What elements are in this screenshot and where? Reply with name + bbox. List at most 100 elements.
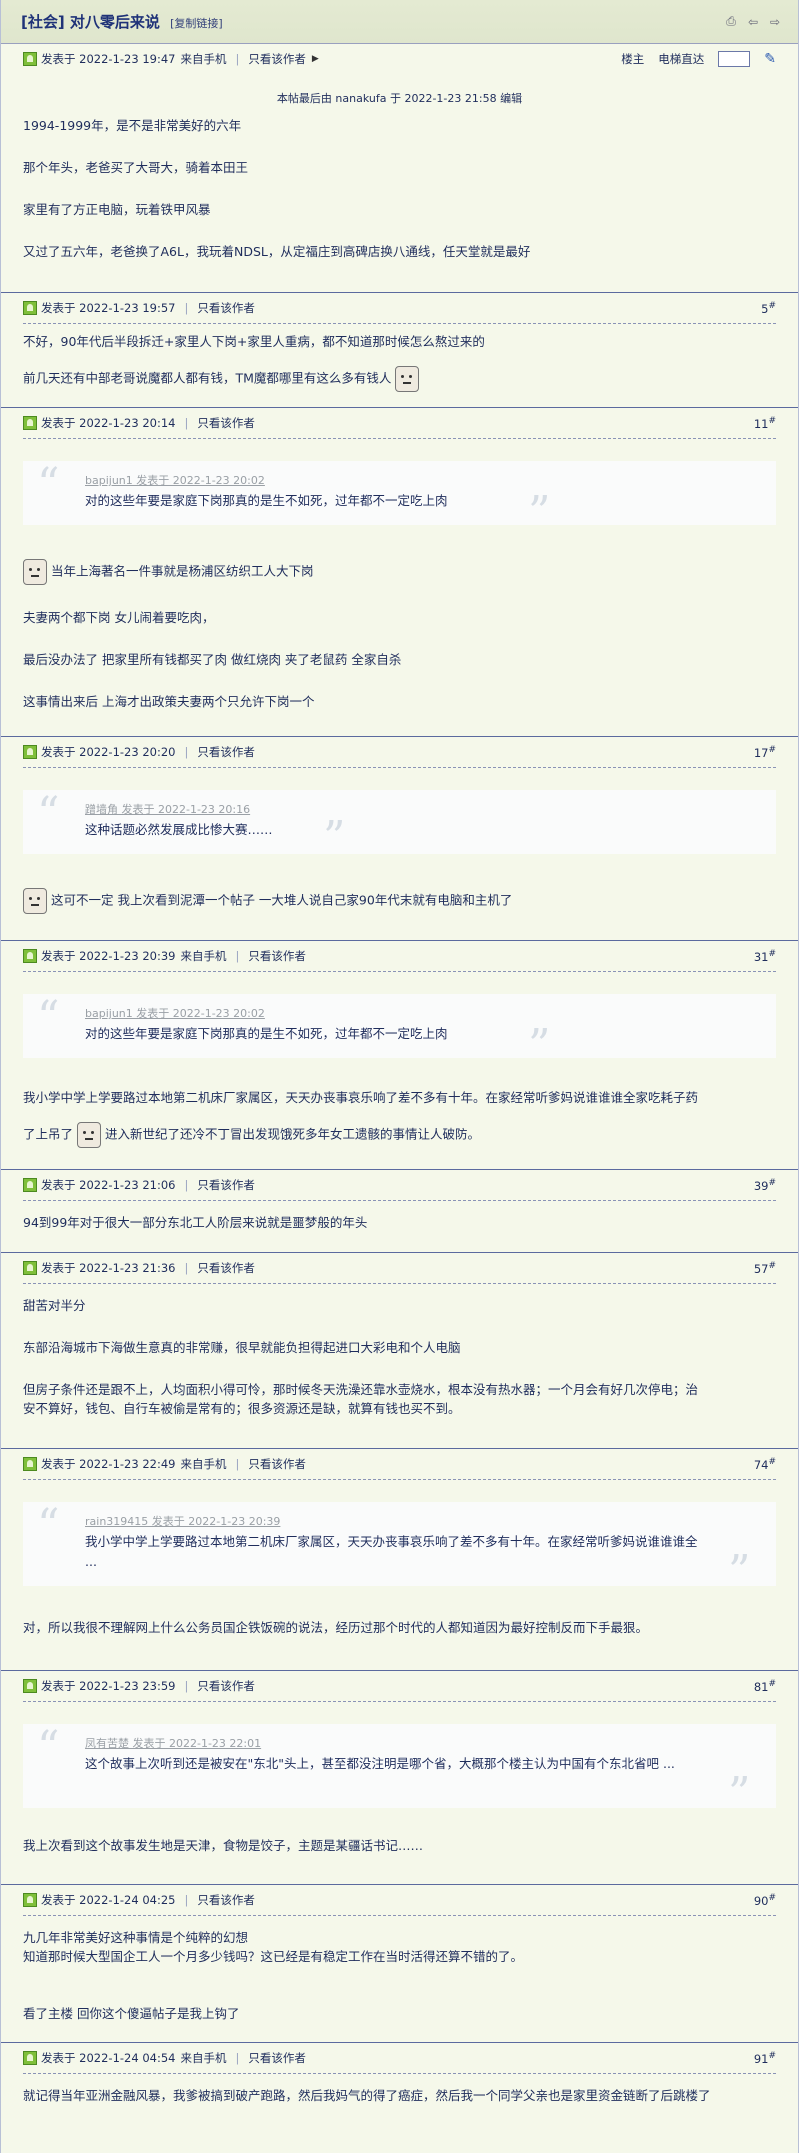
floor-number: 74# bbox=[753, 1456, 776, 1472]
post-body: “ bapijun1 发表于 2022-1-23 20:02 对的这些年要是家庭… bbox=[1, 972, 798, 1156]
quote-text: 对的这些年要是家庭下岗那真的是生不如死，过年都不一定吃上肉 bbox=[85, 493, 448, 508]
floor-value: 11 bbox=[753, 416, 769, 431]
quote-author[interactable]: rain319415 发表于 2022-1-23 20:39 bbox=[85, 1512, 706, 1532]
only-author-link[interactable]: 只看该作者 bbox=[197, 744, 255, 760]
post-body: “ bapijun1 发表于 2022-1-23 20:02 对的这些年要是家庭… bbox=[1, 439, 798, 719]
op-label: 楼主 bbox=[621, 52, 645, 66]
only-author-link[interactable]: 只看该作者 bbox=[248, 51, 306, 67]
floor-value: 17 bbox=[753, 745, 769, 760]
floor-number: 11# bbox=[753, 415, 776, 431]
post-text: 1994-1999年，是不是非常美好的六年 bbox=[23, 118, 242, 133]
post-text: 东部沿海城市下海做生意真的非常赚，很早就能负担得起进口大彩电和个人电脑 bbox=[23, 1340, 461, 1355]
post-time: 发表于 2022-1-23 22:49 bbox=[41, 1457, 176, 1471]
quote-close-icon: ” bbox=[323, 812, 346, 863]
post: 发表于 2022-1-23 23:59 | 只看该作者 81# “ 凤有苦楚 发… bbox=[1, 1671, 798, 1885]
post-text: 进入新世纪了还冷不丁冒出发现饿死多年女工遗骸的事情让人破防。 bbox=[104, 1126, 480, 1142]
only-author-link[interactable]: 只看该作者 bbox=[197, 1177, 255, 1193]
post-time: 发表于 2022-1-23 19:47 bbox=[41, 52, 176, 66]
quote-close-icon: ” bbox=[528, 487, 551, 538]
print-icon[interactable]: ⎙ bbox=[724, 14, 738, 29]
poster-icon bbox=[23, 1893, 37, 1907]
post-text: 甜苦对半分 bbox=[23, 1298, 86, 1313]
post-text: 知道那时候大型国企工人一个月多少钱吗？这已经是有稳定工作在当时活得还算不错的了。 bbox=[23, 1949, 524, 1964]
floor-value: 57 bbox=[753, 1261, 769, 1276]
post-text: 又过了五六年，老爸换了A6L，我玩着NDSL，从定福庄到高碑店换八通线，任天堂就… bbox=[23, 244, 531, 259]
poster-icon bbox=[23, 1457, 37, 1471]
post-body: “ 凤有苦楚 发表于 2022-1-23 22:01 这个故事上次听到还是被安在… bbox=[1, 1702, 798, 1863]
floor-number: 39# bbox=[753, 1177, 776, 1193]
post-body: 就记得当年亚洲金融风暴，我爹被搞到破产跑路，然后我妈气的得了癌症，然后我一个同学… bbox=[1, 2074, 798, 2113]
only-author-link[interactable]: 只看该作者 bbox=[197, 1678, 255, 1694]
quote-text: 我小学中学上学要路过本地第二机床厂家属区，天天办丧事哀乐响了差不多有十年。在家经… bbox=[85, 1534, 698, 1569]
only-author-link[interactable]: 只看该作者 bbox=[248, 948, 306, 964]
post-meta: 发表于 2022-1-23 20:39 来自手机 | 只看该作者 31# bbox=[23, 941, 776, 972]
post-body: “ 蹭墙角 发表于 2022-1-23 20:16 这种话题必然发展成比惨大赛…… bbox=[1, 768, 798, 922]
quote-author[interactable]: 凤有苦楚 发表于 2022-1-23 22:01 bbox=[85, 1734, 706, 1754]
emoji-icon bbox=[395, 366, 420, 392]
post: 发表于 2022-1-23 20:14 | 只看该作者 11# “ bapiju… bbox=[1, 408, 798, 737]
quote-block: “ bapijun1 发表于 2022-1-23 20:02 对的这些年要是家庭… bbox=[23, 994, 776, 1068]
post-text: 安不算好，钱包、自行车被偷是常有的；很多资源还是缺，就算有钱也买不到。 bbox=[23, 1401, 461, 1416]
floor-number: 5# bbox=[761, 300, 776, 316]
post-body: “ rain319415 发表于 2022-1-23 20:39 我小学中学上学… bbox=[1, 1480, 798, 1645]
post-text: 就记得当年亚洲金融风暴，我爹被搞到破产跑路，然后我妈气的得了癌症，然后我一个同学… bbox=[23, 2088, 711, 2103]
only-author-link[interactable]: 只看该作者 bbox=[197, 300, 255, 316]
only-author-link[interactable]: 只看该作者 bbox=[197, 1260, 255, 1276]
post-meta: 发表于 2022-1-23 22:49 来自手机 | 只看该作者 74# bbox=[23, 1449, 776, 1480]
post-text: 最后没办法了 把家里所有钱都买了肉 做红烧肉 夹了老鼠药 全家自杀 bbox=[23, 652, 402, 667]
post-source: 来自手机 bbox=[180, 2051, 227, 2065]
post-meta: 发表于 2022-1-24 04:54 来自手机 | 只看该作者 91# bbox=[23, 2043, 776, 2074]
post-text: 不好，90年代后半段拆迁+家里人下岗+家里人重病，都不知道那时候怎么熬过来的 bbox=[23, 334, 485, 349]
only-author-link[interactable]: 只看该作者 bbox=[248, 2050, 306, 2066]
post-text: 了上吊了 bbox=[23, 1126, 74, 1142]
poster-icon bbox=[23, 1178, 37, 1192]
only-author-link[interactable]: 只看该作者 bbox=[248, 1456, 306, 1472]
poster-icon bbox=[23, 52, 37, 66]
only-author-link[interactable]: 只看该作者 bbox=[197, 1892, 255, 1908]
edit-note: 本帖最后由 nanakufa 于 2022-1-23 21:58 编辑 bbox=[276, 92, 523, 105]
header-actions: ⎙ ⇦ ⇨ bbox=[724, 14, 782, 29]
pen-icon[interactable]: ✎ bbox=[764, 51, 776, 67]
next-thread-icon[interactable]: ⇨ bbox=[768, 15, 782, 29]
poster-icon bbox=[23, 1679, 37, 1693]
post: 发表于 2022-1-23 19:57 | 只看该作者 5# 不好，90年代后半… bbox=[1, 293, 798, 408]
post-meta: 发表于 2022-1-23 20:14 | 只看该作者 11# bbox=[23, 408, 776, 439]
floor-number: 57# bbox=[753, 1260, 776, 1276]
quote-block: “ 蹭墙角 发表于 2022-1-23 20:16 这种话题必然发展成比惨大赛…… bbox=[23, 790, 776, 860]
floor-number-input[interactable] bbox=[718, 51, 751, 67]
post: 发表于 2022-1-23 21:06 | 只看该作者 39# 94到99年对于… bbox=[1, 1170, 798, 1253]
post-text: 家里有了方正电脑，玩着铁甲风暴 bbox=[23, 202, 211, 217]
post: 发表于 2022-1-23 20:39 来自手机 | 只看该作者 31# “ b… bbox=[1, 941, 798, 1170]
post: 发表于 2022-1-23 19:47 来自手机 | 只看该作者 ▶ 楼主 电梯… bbox=[1, 44, 798, 293]
quote-author[interactable]: bapijun1 发表于 2022-1-23 20:02 bbox=[85, 1004, 756, 1024]
only-author-link[interactable]: 只看该作者 bbox=[197, 415, 255, 431]
prev-thread-icon[interactable]: ⇦ bbox=[746, 15, 760, 29]
post-time: 发表于 2022-1-23 20:39 bbox=[41, 949, 176, 963]
quote-block: “ rain319415 发表于 2022-1-23 20:39 我小学中学上学… bbox=[23, 1502, 776, 1594]
post-time: 发表于 2022-1-24 04:25 bbox=[41, 1893, 176, 1907]
thread-title: [社会] 对八零后来说 bbox=[21, 13, 160, 31]
floor-value: 31 bbox=[753, 949, 769, 964]
caret-right-icon[interactable]: ▶ bbox=[312, 54, 319, 64]
emoji-icon bbox=[77, 1122, 101, 1148]
poster-icon bbox=[23, 2051, 37, 2065]
quote-author[interactable]: bapijun1 发表于 2022-1-23 20:02 bbox=[85, 471, 756, 491]
post-source: 来自手机 bbox=[180, 52, 227, 66]
post: 发表于 2022-1-23 22:49 来自手机 | 只看该作者 74# “ r… bbox=[1, 1449, 798, 1671]
post-body: 甜苦对半分 东部沿海城市下海做生意真的非常赚，很早就能负担得起进口大彩电和个人电… bbox=[1, 1284, 798, 1426]
thread-title-wrap: [社会] 对八零后来说 [复制链接] bbox=[21, 11, 223, 32]
post-text: 看了主楼 回你这个傻逼帖子是我上钩了 bbox=[23, 2006, 240, 2021]
floor-value: 81 bbox=[753, 1679, 769, 1694]
post-meta: 发表于 2022-1-23 20:20 | 只看该作者 17# bbox=[23, 737, 776, 768]
post-source: 来自手机 bbox=[180, 949, 227, 963]
poster-icon bbox=[23, 745, 37, 759]
post-time: 发表于 2022-1-23 21:36 bbox=[41, 1261, 176, 1275]
thread-page: [社会] 对八零后来说 [复制链接] ⎙ ⇦ ⇨ 发表于 2022-1-23 1… bbox=[0, 0, 799, 2153]
quote-block: “ bapijun1 发表于 2022-1-23 20:02 对的这些年要是家庭… bbox=[23, 459, 776, 535]
post-text: 前几天还有中部老哥说魔都人都有钱，TM魔都哪里有这么多有钱人 bbox=[23, 370, 392, 386]
copy-link-button[interactable]: [复制链接] bbox=[170, 17, 223, 30]
quote-author[interactable]: 蹭墙角 发表于 2022-1-23 20:16 bbox=[85, 800, 756, 820]
post-time: 发表于 2022-1-23 21:06 bbox=[41, 1178, 176, 1192]
quote-open-icon: “ bbox=[37, 459, 60, 510]
post-time: 发表于 2022-1-23 20:20 bbox=[41, 745, 176, 759]
